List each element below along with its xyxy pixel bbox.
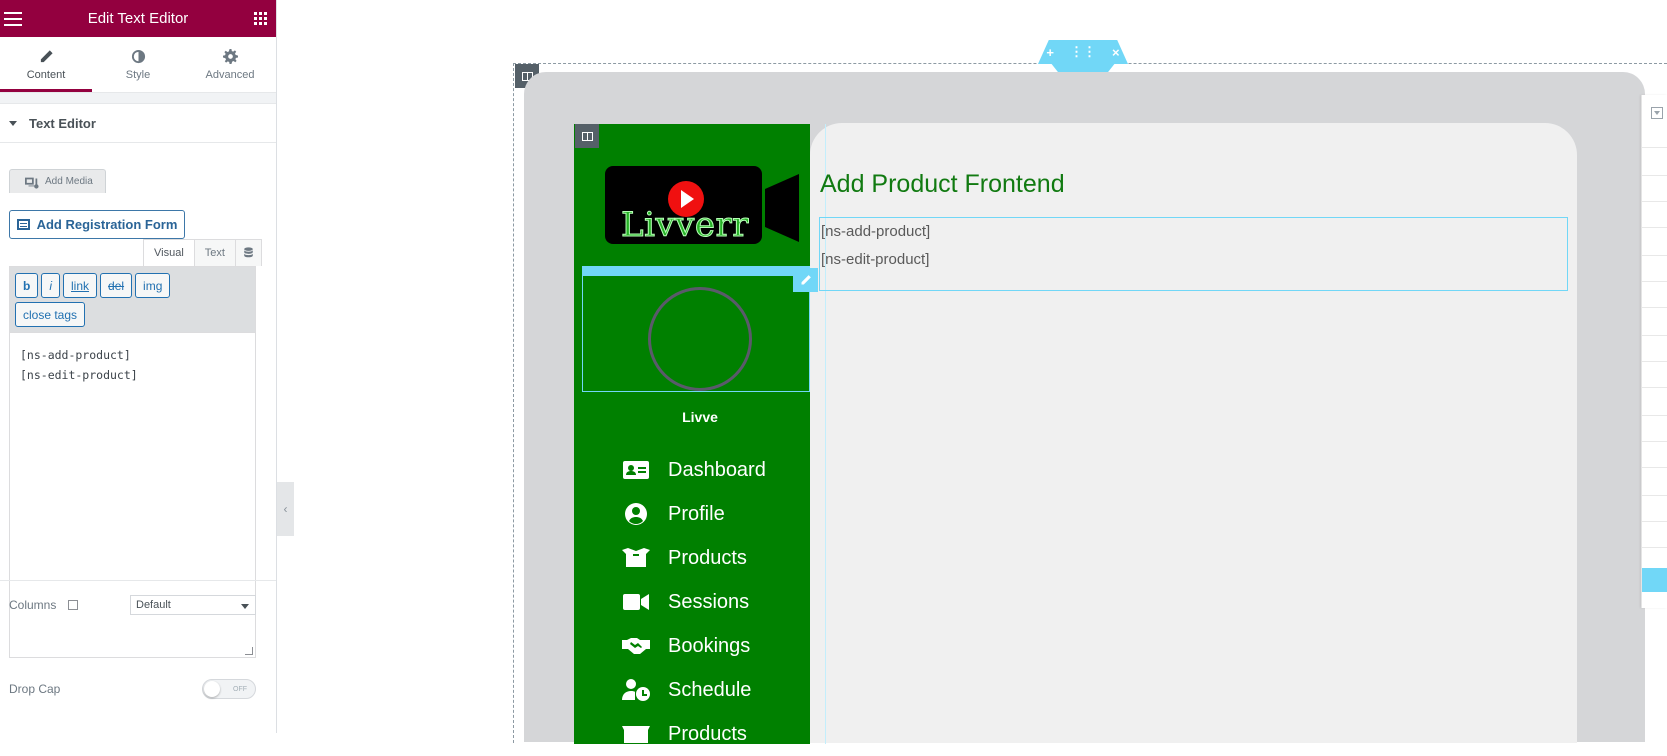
tab-visual[interactable]: Visual: [143, 239, 195, 266]
quicktags-toolbar: b i link del img close tags: [9, 266, 256, 332]
user-name: Livve: [682, 409, 718, 425]
close-section-icon[interactable]: ×: [1112, 45, 1120, 60]
media-icon: [25, 177, 39, 189]
edit-widget-icon[interactable]: [793, 268, 818, 292]
chevron-left-icon: ‹: [283, 502, 288, 516]
add-media-button[interactable]: Add Media: [9, 169, 106, 193]
add-section-icon[interactable]: +: [1046, 45, 1054, 60]
textarea-line: [ns-edit-product]: [20, 368, 138, 382]
section-title: Text Editor: [29, 115, 96, 131]
add-registration-label: Add Registration Form: [36, 217, 178, 232]
columns-control: Columns Default: [9, 595, 256, 615]
user-circle-icon: [622, 503, 650, 525]
drag-section-icon[interactable]: ⋮⋮: [1070, 44, 1096, 60]
pencil-icon: [40, 49, 53, 62]
video-icon: [622, 591, 650, 613]
gear-icon: [222, 48, 238, 64]
drop-cap-state: OFF: [233, 685, 247, 693]
qt-img-button[interactable]: img: [135, 273, 171, 298]
panel-divider: [0, 580, 276, 581]
form-table-icon: [16, 219, 30, 230]
content-column: [810, 123, 1577, 743]
columns-responsive-checkbox[interactable]: [68, 600, 79, 610]
qt-italic-button[interactable]: i: [41, 273, 61, 298]
menu-item-products-2[interactable]: Products: [622, 712, 812, 756]
panel-header: Edit Text Editor: [0, 0, 276, 37]
menu-item-schedule[interactable]: Schedule: [622, 668, 812, 712]
tab-content-label: Content: [26, 68, 66, 81]
editor-mode-tabs: Visual Text: [143, 239, 262, 266]
menu-label: Profile: [668, 502, 725, 525]
text-editor-widget[interactable]: [ns-add-product] [ns-edit-product]: [819, 217, 1568, 291]
qt-close-tags-button[interactable]: close tags: [15, 302, 86, 327]
database-icon[interactable]: [234, 239, 262, 266]
drop-cap-control: Drop Cap OFF: [9, 679, 256, 699]
menu-item-bookings[interactable]: Bookings: [622, 624, 812, 668]
panel-tabs: Content Style Advanced: [0, 37, 276, 93]
navigator-highlight[interactable]: [1642, 568, 1667, 592]
columns-select[interactable]: Default: [130, 595, 256, 615]
menu-item-profile[interactable]: Profile: [622, 492, 812, 536]
panel-title: Edit Text Editor: [87, 10, 189, 27]
brand-text: Livverr: [621, 205, 750, 246]
menu-label: Sessions: [668, 590, 750, 613]
menu-item-dashboard[interactable]: Dashboard: [622, 448, 812, 492]
add-media-label: Add Media: [45, 176, 93, 187]
textarea-line: [ns-add-product]: [20, 348, 131, 362]
menu-label: Products: [668, 722, 747, 745]
contrast-icon: [131, 49, 145, 63]
shortcode-line: [ns-edit-product]: [821, 251, 930, 268]
text-editor-controls: Add Media Add Registration Form Visual T…: [0, 143, 276, 733]
menu-item-sessions[interactable]: Sessions: [622, 580, 812, 624]
dropdown-icon[interactable]: [1651, 107, 1663, 119]
tab-content[interactable]: Content: [0, 37, 92, 92]
tab-style[interactable]: Style: [92, 37, 184, 92]
drop-cap-label: Drop Cap: [9, 682, 61, 696]
qt-link-button[interactable]: link: [63, 273, 98, 298]
handshake-icon: [622, 635, 650, 657]
box-open-icon: [622, 547, 650, 569]
editor-panel: Edit Text Editor Content Style Advanced …: [0, 0, 277, 733]
drop-cap-toggle[interactable]: OFF: [202, 679, 256, 699]
section-handle: + ⋮⋮ ×: [1038, 40, 1128, 74]
add-registration-form-button[interactable]: Add Registration Form: [9, 210, 185, 239]
qt-del-button[interactable]: del: [100, 273, 133, 298]
widgets-grid-icon[interactable]: [253, 11, 268, 26]
columns-label: Columns: [9, 598, 57, 612]
hamburger-menu-icon[interactable]: [4, 11, 22, 26]
inner-column-handle-icon[interactable]: [575, 124, 599, 148]
tab-text[interactable]: Text: [193, 239, 236, 266]
section-text-editor-toggle[interactable]: Text Editor: [0, 103, 276, 143]
tab-style-label: Style: [125, 68, 151, 81]
menu-label: Bookings: [668, 634, 751, 657]
user-clock-icon: [622, 679, 650, 701]
menu-label: Dashboard: [668, 458, 766, 481]
box-icon: [622, 723, 650, 745]
tab-advanced[interactable]: Advanced: [184, 37, 276, 92]
right-navigator-strip: [1641, 95, 1667, 608]
resize-grip-icon[interactable]: [245, 647, 253, 655]
avatar: [648, 287, 752, 391]
shortcode-line: [ns-add-product]: [821, 223, 931, 240]
tab-advanced-label: Advanced: [205, 68, 255, 81]
collapse-panel-toggle[interactable]: ‹: [277, 482, 294, 536]
id-card-icon: [622, 459, 650, 481]
dashboard-menu: Dashboard Profile Products Sessions Book…: [622, 448, 812, 756]
menu-label: Products: [668, 546, 747, 569]
content-title: Add Product Frontend: [820, 170, 1065, 198]
qt-bold-button[interactable]: b: [15, 273, 39, 298]
menu-item-products[interactable]: Products: [622, 536, 812, 580]
menu-label: Schedule: [668, 678, 752, 701]
caret-down-icon: [9, 120, 17, 126]
